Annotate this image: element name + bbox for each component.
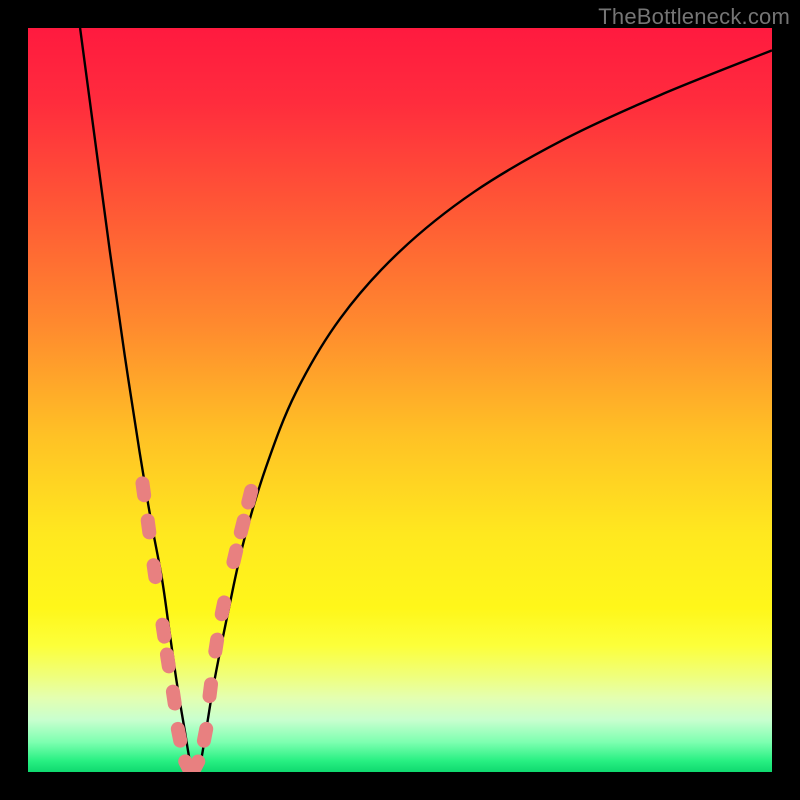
curve-marker: [225, 542, 245, 571]
curve-marker: [140, 513, 157, 541]
curve-layer: [28, 28, 772, 772]
curve-marker: [213, 594, 232, 622]
curve-marker: [207, 632, 225, 660]
curve-marker: [146, 557, 164, 585]
chart-stage: TheBottleneck.com: [0, 0, 800, 800]
curve-marker: [135, 475, 152, 503]
curve-marker: [155, 617, 173, 645]
curve-marker: [240, 482, 260, 511]
bottleneck-curve-path: [80, 28, 772, 772]
curve-marker: [165, 684, 183, 712]
curve-marker: [170, 721, 189, 749]
curve-marker: [196, 721, 215, 749]
watermark-text: TheBottleneck.com: [598, 4, 790, 30]
curve-marker: [232, 512, 252, 541]
curve-marker: [202, 676, 219, 704]
marker-group: [135, 475, 260, 772]
curve-marker: [159, 646, 177, 674]
plot-area: [28, 28, 772, 772]
